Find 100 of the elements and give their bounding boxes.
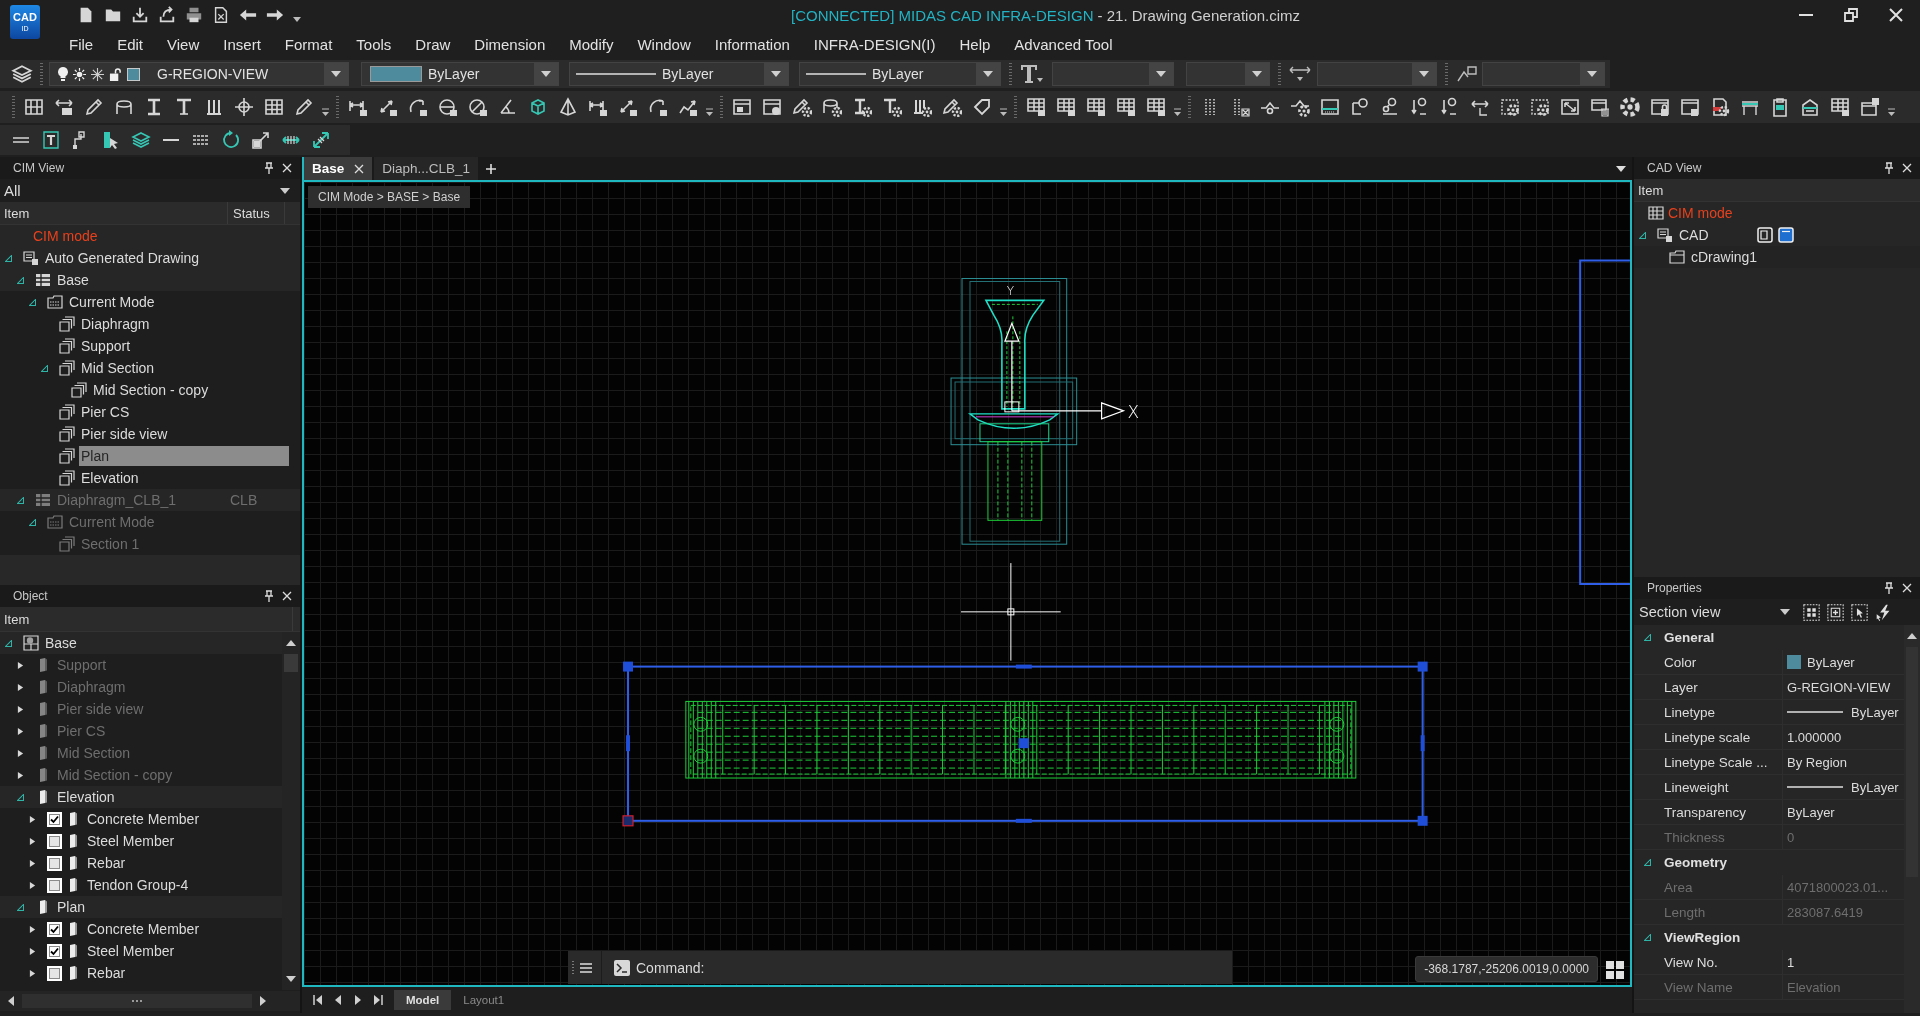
- dropdown-caret-icon[interactable]: [976, 63, 1000, 85]
- cursor-bolt-icon[interactable]: [1875, 603, 1892, 621]
- window-toggle-icon[interactable]: [1756, 227, 1773, 243]
- tree-item[interactable]: cDrawing1: [1689, 247, 1760, 267]
- angle-dimension-icon[interactable]: [498, 97, 518, 117]
- window-page-icon[interactable]: [1680, 97, 1700, 117]
- lineweight-dropdown[interactable]: ByLayer: [799, 62, 1001, 86]
- dropdown-caret-icon[interactable]: [1412, 63, 1436, 85]
- layout-tab[interactable]: Layout1: [451, 990, 517, 1010]
- checkbox[interactable]: [47, 965, 62, 981]
- toolbar-overflow-icon[interactable]: [1888, 107, 1895, 117]
- close-icon[interactable]: [1902, 163, 1912, 173]
- checkbox[interactable]: [47, 855, 62, 871]
- scroll-left-icon[interactable]: [8, 996, 14, 1006]
- cube-icon[interactable]: [528, 97, 548, 117]
- expanded-arrow-icon[interactable]: [1639, 231, 1646, 239]
- clipboard-icon[interactable]: [1770, 97, 1790, 117]
- selection-frame[interactable]: [622, 661, 1428, 827]
- section-title[interactable]: Geometry: [1664, 855, 1728, 870]
- tree-item[interactable]: Rebar: [85, 853, 128, 873]
- diameter-dimension-icon[interactable]: [468, 97, 488, 117]
- node-tree-icon[interactable]: [1380, 97, 1400, 117]
- dotted-grid-icon[interactable]: [1803, 603, 1820, 621]
- node-icon[interactable]: [1350, 97, 1370, 117]
- scale-icon[interactable]: [251, 130, 271, 150]
- dropdown-field[interactable]: [1186, 62, 1270, 86]
- menu-item[interactable]: Edit: [105, 33, 156, 55]
- window-lock-icon[interactable]: [1650, 97, 1670, 117]
- frame-gear-icon[interactable]: [1500, 97, 1520, 117]
- menu-item[interactable]: INFRA-DESIGN(I): [801, 33, 948, 55]
- lightbulb-icon[interactable]: [58, 67, 68, 81]
- section-title[interactable]: ViewRegion: [1664, 930, 1741, 945]
- vertical-scrollbar[interactable]: [282, 632, 300, 990]
- property-value[interactable]: G-REGION-VIEW: [1787, 679, 1891, 695]
- window-dot-icon[interactable]: [762, 97, 782, 117]
- expanded-arrow-icon[interactable]: [1644, 859, 1651, 866]
- layer-dropdown[interactable]: G-REGION-VIEW: [49, 62, 349, 86]
- tree-item[interactable]: Auto Generated Drawing: [43, 248, 202, 268]
- pencil-gear-icon[interactable]: [792, 97, 812, 117]
- region-frame[interactable]: [1579, 259, 1630, 585]
- frame-gear-icon[interactable]: [1530, 97, 1550, 117]
- expanded-arrow-icon[interactable]: [5, 254, 12, 262]
- select-cursor-icon[interactable]: [1851, 603, 1868, 621]
- aligned-dimension-icon[interactable]: [618, 97, 638, 117]
- property-value[interactable]: 1.000000: [1787, 729, 1842, 745]
- pencil-gear-icon[interactable]: [942, 97, 962, 117]
- command-bar[interactable]: Command:: [568, 951, 1232, 984]
- menu-item[interactable]: Draw: [403, 33, 463, 55]
- i-beam-gear-icon[interactable]: [852, 97, 872, 117]
- dropdown-caret-icon[interactable]: [764, 63, 788, 85]
- expanded-arrow-icon[interactable]: [1644, 934, 1651, 941]
- collapsed-arrow-icon[interactable]: [29, 969, 36, 977]
- scroll-thumb[interactable]: [22, 994, 252, 1008]
- t-beam-gear-icon[interactable]: [882, 97, 902, 117]
- scroll-down-icon[interactable]: [286, 976, 296, 982]
- document-tab[interactable]: Diaph...CLB_1: [374, 157, 479, 180]
- document-tab[interactable]: Base: [302, 157, 373, 180]
- snowflake-icon[interactable]: [91, 67, 104, 81]
- toolbar-overflow-icon[interactable]: [706, 107, 713, 117]
- collapsed-arrow-icon[interactable]: [29, 925, 36, 933]
- menu-item[interactable]: Advanced Tool: [1002, 33, 1125, 55]
- checkbox[interactable]: [47, 877, 62, 893]
- dropdown-caret-icon[interactable]: [1245, 63, 1269, 85]
- scroll-up-icon[interactable]: [1907, 633, 1917, 639]
- profile-gear-icon[interactable]: [1290, 97, 1310, 117]
- arc-dimension-icon[interactable]: [648, 97, 668, 117]
- plan-view-drawing[interactable]: [685, 700, 1357, 779]
- horizontal-scrollbar[interactable]: [0, 991, 300, 1011]
- previous-icon[interactable]: [333, 995, 343, 1005]
- last-page-icon[interactable]: [373, 995, 383, 1005]
- table-badge-icon[interactable]: [1830, 97, 1850, 117]
- property-value[interactable]: By Region: [1787, 754, 1847, 770]
- tree-item[interactable]: Tendon Group-4: [85, 875, 191, 895]
- menu-item[interactable]: Tools: [344, 33, 404, 55]
- dropdown-field[interactable]: [1052, 62, 1174, 86]
- document-gear-icon[interactable]: [1710, 97, 1730, 117]
- menu-item[interactable]: Window: [625, 33, 703, 55]
- grid-frame-icon[interactable]: [24, 97, 44, 117]
- pin-icon[interactable]: [1884, 162, 1894, 174]
- tree-item[interactable]: Support: [79, 336, 133, 356]
- double-arrow-icon[interactable]: [54, 97, 74, 117]
- layout-tab[interactable]: Model: [394, 990, 452, 1010]
- tree-item[interactable]: Plan: [79, 446, 289, 466]
- scroll-up-icon[interactable]: [286, 640, 296, 646]
- window-icon[interactable]: [732, 97, 752, 117]
- column-header[interactable]: Status: [228, 202, 285, 224]
- dropdown-field[interactable]: [1317, 62, 1437, 86]
- scroll-right-icon[interactable]: [260, 996, 266, 1006]
- target-icon[interactable]: [234, 97, 254, 117]
- column-header[interactable]: Item: [0, 202, 228, 224]
- expanded-arrow-icon[interactable]: [29, 298, 36, 306]
- dotted-plus-icon[interactable]: [1827, 603, 1844, 621]
- mode-label[interactable]: CIM mode: [1668, 205, 1733, 221]
- t-beam-icon[interactable]: [174, 97, 194, 117]
- tree-item[interactable]: Elevation: [55, 787, 117, 807]
- table-badge-icon[interactable]: [1056, 97, 1076, 117]
- menu-item[interactable]: Format: [272, 33, 345, 55]
- customize-caret-icon[interactable]: [293, 16, 301, 22]
- color-swatch-icon[interactable]: [127, 67, 140, 81]
- menu-item[interactable]: Information: [702, 33, 802, 55]
